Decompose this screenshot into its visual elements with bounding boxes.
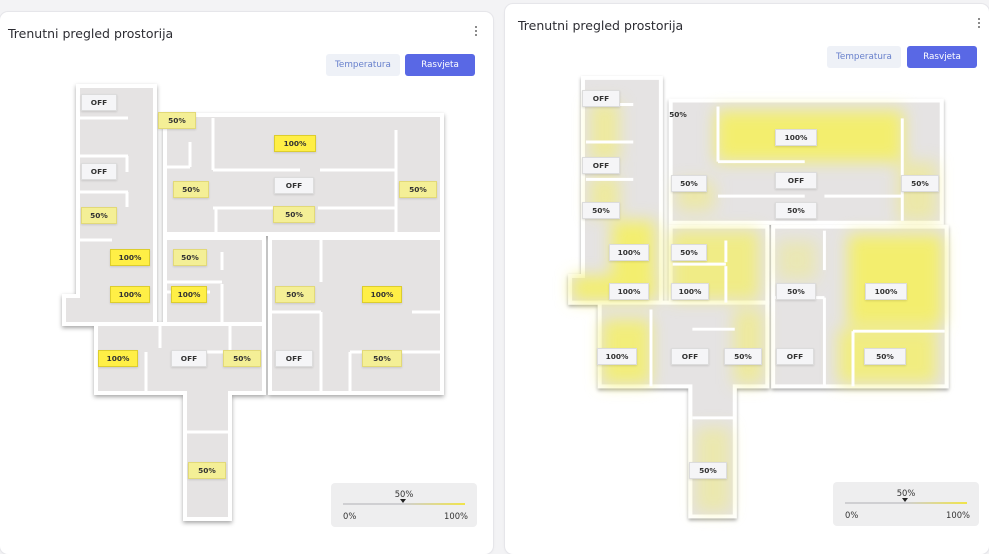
room-label[interactable]: OFF: [275, 350, 313, 367]
room-label[interactable]: 50%: [582, 202, 620, 219]
room-label[interactable]: 50%: [689, 462, 727, 479]
room-label[interactable]: 50%: [724, 348, 762, 365]
room-label[interactable]: 100%: [274, 135, 316, 152]
room-label[interactable]: 50%: [275, 286, 315, 303]
room-label[interactable]: 50%: [173, 249, 207, 266]
lighting-legend: 50% 0% 100%: [331, 483, 477, 527]
room-label[interactable]: OFF: [776, 348, 814, 365]
room-label[interactable]: 50%: [188, 462, 226, 479]
room-label[interactable]: 100%: [362, 286, 402, 303]
room-label[interactable]: OFF: [582, 90, 620, 107]
room-label[interactable]: 50%: [901, 175, 939, 192]
legend-max: 100%: [946, 510, 970, 520]
room-label[interactable]: 50%: [173, 181, 209, 198]
room-label[interactable]: 100%: [110, 286, 150, 303]
room-label[interactable]: 50%: [399, 181, 437, 198]
room-label[interactable]: 50%: [776, 283, 816, 300]
room-overview-card-left: Trenutni pregled prostorija Temperatura …: [0, 12, 493, 554]
room-label[interactable]: 50%: [273, 206, 315, 223]
legend-gradient-bar: [845, 502, 967, 504]
room-label[interactable]: 100%: [171, 286, 207, 303]
legend-gradient-bar: [343, 503, 465, 505]
legend-current-value: 50%: [896, 488, 916, 498]
room-label[interactable]: 100%: [98, 350, 138, 367]
legend-max: 100%: [444, 511, 468, 521]
legend-current-value: 50%: [394, 489, 414, 499]
room-label[interactable]: 100%: [865, 283, 907, 300]
room-label[interactable]: 100%: [775, 129, 817, 146]
room-label[interactable]: OFF: [81, 94, 117, 111]
room-label[interactable]: 50%: [223, 350, 261, 367]
room-label[interactable]: 100%: [110, 249, 150, 266]
legend-min: 0%: [845, 510, 859, 520]
legend-marker-icon: [400, 499, 406, 503]
room-label[interactable]: 50%: [362, 350, 402, 367]
room-overview-card-right: Trenutni pregled prostorija Temperatura …: [505, 4, 989, 554]
room-label[interactable]: 100%: [609, 283, 649, 300]
room-label[interactable]: OFF: [274, 177, 314, 194]
room-label[interactable]: OFF: [671, 348, 709, 365]
block-right: [268, 236, 444, 395]
room-label[interactable]: 50%: [158, 112, 196, 129]
room-label[interactable]: 50%: [775, 202, 817, 219]
room-label[interactable]: 50%: [864, 348, 906, 365]
room-label[interactable]: 50%: [659, 106, 697, 123]
room-label[interactable]: 100%: [609, 244, 649, 261]
room-label[interactable]: 50%: [671, 175, 707, 192]
legend-min: 0%: [343, 511, 357, 521]
room-label[interactable]: 100%: [671, 283, 709, 300]
room-label[interactable]: OFF: [171, 350, 207, 367]
room-label[interactable]: OFF: [81, 163, 117, 180]
floor-plan: [62, 84, 444, 521]
room-label[interactable]: 50%: [81, 207, 117, 224]
room-label[interactable]: OFF: [582, 157, 620, 174]
room-label[interactable]: OFF: [775, 172, 817, 189]
room-label[interactable]: 50%: [671, 244, 707, 261]
legend-marker-icon: [902, 498, 908, 502]
lighting-legend: 50% 0% 100%: [833, 482, 979, 526]
floor-plan-heatmap: [568, 75, 949, 519]
room-label[interactable]: 100%: [597, 348, 637, 365]
